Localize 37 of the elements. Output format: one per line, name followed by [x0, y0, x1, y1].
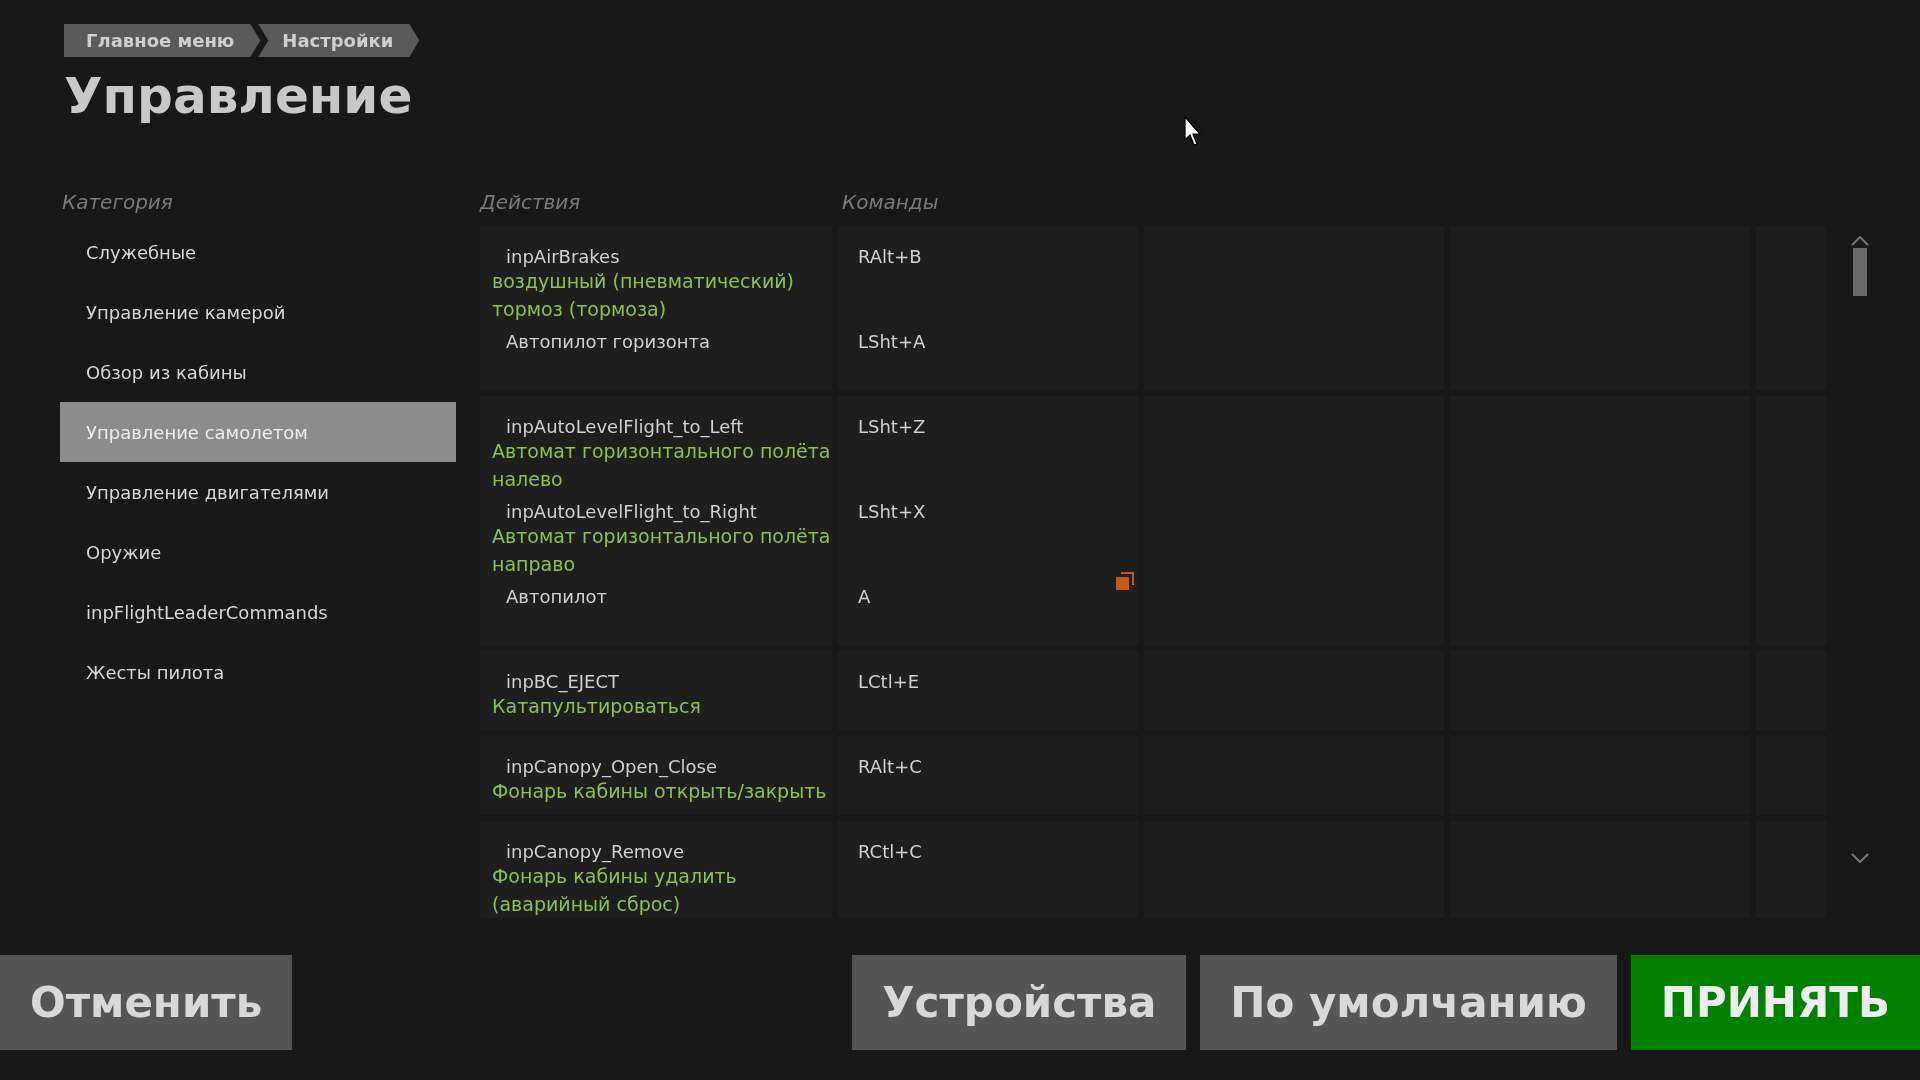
action-name: inpBC_EJECT [506, 671, 620, 692]
action-description: Фонарь кабины удалить (аварийный сброс) [492, 864, 738, 917]
scrollbar-thumb[interactable] [1853, 248, 1867, 296]
action-name: inpCanopy_Open_Close [506, 756, 718, 777]
action-name: inpAutoLevelFlight_to_Right [506, 501, 757, 522]
copy-icon [1114, 570, 1136, 592]
column-header: Категория [62, 190, 173, 214]
category-item[interactable]: Оружие [60, 522, 456, 582]
scroll-up-icon[interactable] [1851, 236, 1869, 246]
action-description: Фонарь кабины открыть/закрыть [492, 779, 828, 804]
action-button[interactable]: По умолчанию [1200, 955, 1617, 1050]
category-item[interactable]: Служебные [60, 222, 456, 282]
key-binding[interactable]: LCtl+E [838, 651, 1138, 730]
action-button[interactable]: Отменить [0, 955, 293, 1050]
action-button[interactable]: Устройства [852, 955, 1187, 1050]
breadcrumb-link[interactable]: Настройки [258, 24, 420, 57]
column-header: Команды [842, 190, 939, 216]
key-binding[interactable]: RCtl+C [838, 821, 1138, 918]
category-item[interactable]: inpFlightLeaderCommands [60, 582, 456, 642]
action-description: Автомат горизонтального полёта налево [492, 439, 832, 492]
accept-button[interactable]: ПРИНЯТЬ [1630, 955, 1920, 1050]
category-item[interactable]: Жесты пилота [60, 642, 456, 702]
action-name: inpAutoLevelFlight_to_Left [506, 416, 744, 437]
action-description: Автомат горизонтального полёта направо [492, 524, 832, 577]
scroll-down-icon[interactable] [1851, 853, 1869, 863]
key-binding[interactable]: RAlt+C [838, 736, 1138, 815]
cursor-icon [1184, 116, 1204, 148]
action-description: воздушный (пневматический) тормоз (тормоза) [492, 269, 795, 322]
category-item[interactable]: Управление камерой [60, 282, 456, 342]
category-item[interactable]: Обзор из кабины [60, 342, 456, 402]
action-name: inpAirBrakes [506, 246, 620, 267]
action-description: Катапультироваться [492, 694, 702, 719]
column-header: Действия [480, 190, 582, 216]
category-item[interactable]: Управление двигателями [60, 462, 456, 522]
page-title: Управление [64, 67, 414, 125]
breadcrumb-link[interactable]: Главное меню [64, 24, 261, 57]
action-name: inpCanopy_Remove [506, 841, 684, 862]
